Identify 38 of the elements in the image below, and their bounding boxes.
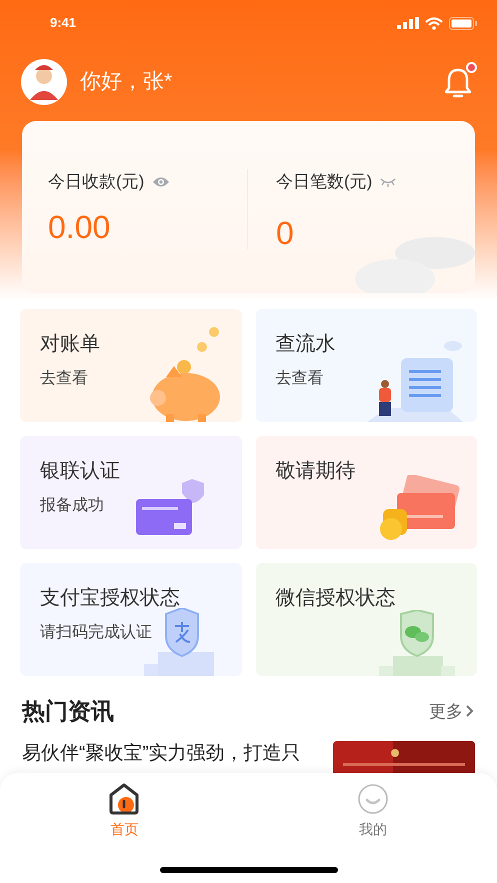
house-icon (109, 783, 140, 815)
eye-icon[interactable] (152, 176, 170, 188)
tile-subtitle: 去查看 (40, 368, 88, 389)
chevron-right-icon (465, 704, 475, 718)
feature-tile[interactable]: 银联认证 报备成功 (20, 436, 242, 549)
tile-title: 对账单 (40, 332, 100, 357)
person-with-receipt-icon (367, 338, 463, 422)
tile-title: 微信授权状态 (276, 586, 396, 611)
tile-title: 支付宝授权状态 (40, 586, 180, 611)
tile-title: 查流水 (276, 332, 336, 357)
status-time: 9:41 (50, 14, 76, 32)
stat-label: 今日收款(元) (48, 171, 144, 193)
tile-subtitle: 报备成功 (40, 496, 104, 516)
tab[interactable]: 我的 (248, 783, 497, 840)
feature-tile[interactable]: 查流水 去查看 (256, 309, 477, 422)
wifi-icon (425, 16, 443, 30)
feature-tile[interactable]: 对账单 去查看 (20, 309, 242, 422)
signal-icon (397, 17, 419, 29)
news-title[interactable]: 易伙伴“聚收宝”实力强劲，打造只 (22, 742, 301, 764)
stat-value: 0 (276, 216, 295, 248)
closed-eye-icon[interactable] (380, 176, 396, 187)
greeting: 你好，张* (80, 69, 172, 96)
feature-tile[interactable]: 敬请期待 (256, 436, 477, 549)
smiley-icon (356, 783, 389, 815)
tile-title: 敬请期待 (276, 459, 356, 484)
more-link[interactable]: 更多 (429, 698, 475, 724)
feature-tile[interactable]: 微信授权状态 (256, 563, 477, 676)
chat-shield-icon (379, 610, 455, 676)
stat-label: 今日笔数(元) (276, 171, 372, 193)
tile-title: 银联认证 (40, 459, 120, 484)
bell-icon[interactable] (443, 66, 473, 98)
battery-icon (449, 16, 477, 30)
avatar[interactable] (20, 58, 68, 106)
stat-value: 0.00 (48, 210, 112, 242)
section-title: 热门资讯 (22, 697, 114, 726)
tile-subtitle: 请扫码完成认证 (40, 622, 152, 643)
tile-subtitle: 去查看 (276, 368, 324, 389)
feature-tile[interactable]: 支付宝授权状态 请扫码完成认证 (20, 563, 242, 676)
